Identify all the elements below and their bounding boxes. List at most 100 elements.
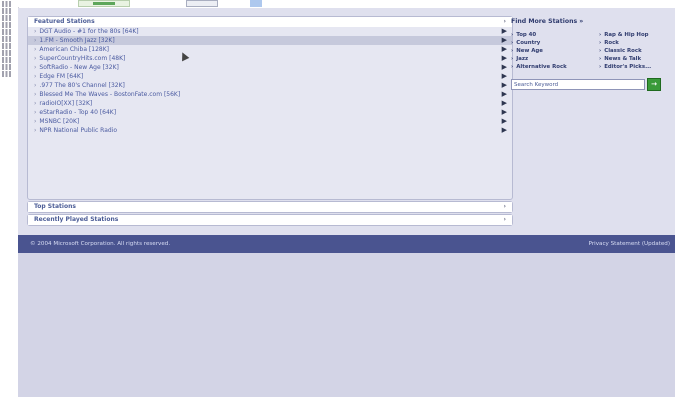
taskbar-icon[interactable] (2, 50, 11, 56)
play-icon[interactable]: ▶ (502, 108, 507, 117)
privacy-link[interactable]: Privacy Statement (Updated) (589, 235, 670, 253)
genre-label[interactable]: New Age (516, 48, 543, 54)
station-row[interactable]: › American Chiba [128K] ▶ (28, 45, 512, 54)
station-row[interactable]: › radioIO[XX] [32K] ▶ (28, 99, 512, 108)
featured-stations-title: Featured Stations (34, 18, 95, 25)
station-name[interactable]: Blessed Me The Waves - BostonFate.com [5… (39, 91, 180, 98)
taskbar-icon[interactable] (2, 8, 11, 14)
genre-link[interactable]: › Jazz (511, 56, 599, 62)
bullet-icon: › (599, 40, 602, 46)
play-icon[interactable]: ▶ (502, 36, 507, 45)
taskbar-icon[interactable] (2, 29, 11, 35)
station-row[interactable]: › Blessed Me The Waves - BostonFate.com [… (28, 90, 512, 99)
taskbar-icon[interactable] (2, 57, 11, 63)
genre-label[interactable]: News & Talk (604, 56, 641, 62)
play-icon[interactable]: ▶ (502, 126, 507, 135)
play-icon[interactable]: ▶ (502, 72, 507, 81)
station-name[interactable]: NPR National Public Radio (39, 127, 117, 134)
bullet-icon: › (34, 28, 37, 35)
bullet-icon: › (34, 55, 37, 62)
station-name[interactable]: SoftRadio - New Age [32K] (39, 64, 118, 71)
taskbar-icon[interactable] (2, 22, 11, 28)
play-icon[interactable]: ▶ (502, 81, 507, 90)
station-name[interactable]: SuperCountryHits.com [48K] (39, 55, 125, 62)
taskbar-icon[interactable] (2, 1, 11, 7)
station-row[interactable]: › DGT Audio - #1 for the 80s [64K] ▶ (28, 27, 512, 36)
bullet-icon: › (511, 32, 514, 38)
play-icon[interactable]: ▶ (502, 63, 507, 72)
genre-link[interactable]: › Rock (599, 40, 671, 46)
play-icon[interactable]: ▶ (502, 27, 507, 36)
play-icon[interactable]: ▶ (502, 54, 507, 63)
toolbar-tab[interactable] (78, 0, 130, 7)
genre-link[interactable]: › Editor's Picks... (599, 64, 671, 70)
bullet-icon: › (34, 73, 37, 80)
play-icon[interactable]: ▶ (502, 45, 507, 54)
bullet-icon: › (599, 32, 602, 38)
station-row[interactable]: › SoftRadio - New Age [32K] ▶ (28, 63, 512, 72)
search-go-button[interactable]: → (647, 78, 661, 91)
taskbar-icon[interactable] (2, 43, 11, 49)
genre-label[interactable]: Rock (604, 40, 619, 46)
genre-label[interactable]: Editor's Picks... (604, 64, 651, 70)
genre-label[interactable]: Classic Rock (604, 48, 641, 54)
genre-label[interactable]: Top 40 (516, 32, 536, 38)
station-name[interactable]: radioIO[XX] [32K] (39, 100, 92, 107)
genre-label[interactable]: Alternative Rock (516, 64, 567, 70)
station-name[interactable]: MSNBC [20K] (39, 118, 79, 125)
featured-stations-header[interactable]: Featured Stations › (28, 17, 512, 27)
chevron-right-icon[interactable]: › (504, 17, 506, 27)
search-input[interactable] (511, 79, 645, 90)
find-more-title[interactable]: Find More Stations » (511, 18, 671, 25)
station-row[interactable]: › SuperCountryHits.com [48K] ▶ (28, 54, 512, 63)
top-toolbar (18, 0, 675, 7)
genre-link[interactable]: › Top 40 (511, 32, 599, 38)
bullet-icon: › (511, 40, 514, 46)
taskbar-icon[interactable] (2, 15, 11, 21)
bullet-icon: › (34, 37, 37, 44)
play-icon[interactable]: ▶ (502, 99, 507, 108)
station-name[interactable]: American Chiba [128K] (39, 46, 109, 53)
taskbar-icon[interactable] (2, 71, 11, 77)
station-name[interactable]: eStarRadio - Top 40 [64K] (39, 109, 116, 116)
station-row[interactable]: › Edge FM [64K] ▶ (28, 72, 512, 81)
genre-link[interactable]: › Classic Rock (599, 48, 671, 54)
genre-label[interactable]: Jazz (516, 56, 528, 62)
radio-tuner-page: Featured Stations › › DGT Audio - #1 for … (18, 8, 675, 397)
copyright-text: © 2004 Microsoft Corporation. All rights… (30, 241, 171, 247)
chevron-right-icon[interactable]: › (504, 215, 506, 225)
station-row[interactable]: › eStarRadio - Top 40 [64K] ▶ (28, 108, 512, 117)
genre-links: › Top 40 › Rap & Hip Hop › Country › Rock › New A… (511, 32, 671, 70)
bullet-icon: › (34, 91, 37, 98)
station-name[interactable]: DGT Audio - #1 for the 80s [64K] (39, 28, 138, 35)
bullet-icon: › (599, 64, 602, 70)
recent-stations-panel[interactable]: Recently Played Stations › (27, 214, 513, 226)
play-icon[interactable]: ▶ (502, 90, 507, 99)
station-name[interactable]: Edge FM [64K] (39, 73, 83, 80)
genre-label[interactable]: Country (516, 40, 540, 46)
genre-link[interactable]: › New Age (511, 48, 599, 54)
top-stations-header[interactable]: Top Stations › (28, 202, 512, 212)
top-stations-panel[interactable]: Top Stations › (27, 201, 513, 213)
station-name[interactable]: 1.FM - Smooth Jazz [32K] (39, 37, 114, 44)
station-row[interactable]: › NPR National Public Radio ▶ (28, 126, 512, 135)
play-icon[interactable]: ▶ (502, 117, 507, 126)
bullet-icon: › (34, 118, 37, 125)
bullet-icon: › (34, 46, 37, 53)
genre-link[interactable]: › News & Talk (599, 56, 671, 62)
bullet-icon: › (511, 48, 514, 54)
taskbar-icon[interactable] (2, 64, 11, 70)
station-name[interactable]: .977 The 80's Channel [32K] (39, 82, 124, 89)
station-row[interactable]: › .977 The 80's Channel [32K] ▶ (28, 81, 512, 90)
genre-label[interactable]: Rap & Hip Hop (604, 32, 648, 38)
genre-link[interactable]: › Country (511, 40, 599, 46)
genre-link[interactable]: › Rap & Hip Hop (599, 32, 671, 38)
taskbar-icon[interactable] (2, 36, 11, 42)
station-row[interactable]: › MSNBC [20K] ▶ (28, 117, 512, 126)
station-row[interactable]: › 1.FM - Smooth Jazz [32K] ▶ (28, 36, 512, 45)
recent-stations-header[interactable]: Recently Played Stations › (28, 215, 512, 225)
toolbar-button[interactable] (250, 0, 262, 7)
genre-link[interactable]: › Alternative Rock (511, 64, 599, 70)
chevron-right-icon[interactable]: › (504, 202, 506, 212)
toolbar-tab[interactable] (186, 0, 218, 7)
